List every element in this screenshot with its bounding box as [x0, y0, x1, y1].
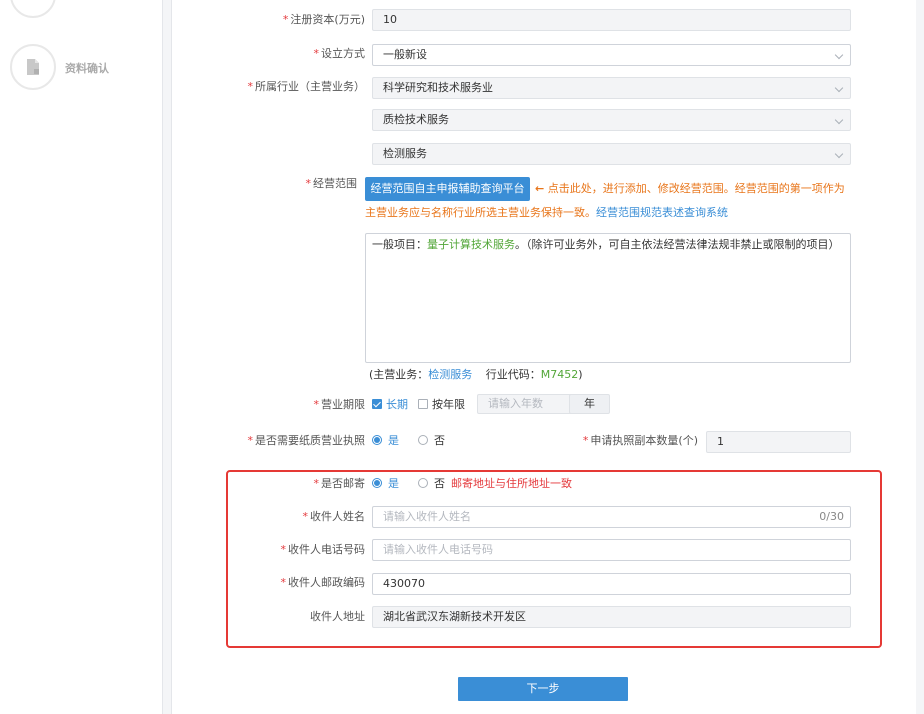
- industry-level1-select[interactable]: 科学研究和技术服务业: [372, 77, 851, 99]
- industry-level2-select[interactable]: 质检技术服务: [372, 109, 851, 131]
- form-panel: * 注册资本(万元) 10 * 设立方式 一般新设 * 所属行业（主营业务） 科学研究…: [171, 0, 916, 714]
- term-years-unit: 年: [569, 394, 610, 414]
- step-sidebar: 资料确认: [0, 0, 163, 714]
- license-copies-label: * 申请执照副本数量(个): [582, 434, 698, 447]
- upload-icon: [24, 0, 42, 4]
- recipient-name-input[interactable]: 请输入收件人姓名 0/30: [372, 506, 851, 528]
- term-years-option[interactable]: 按年限: [418, 398, 465, 412]
- radio-icon[interactable]: [418, 478, 428, 488]
- scope-standard-link[interactable]: 经营范围规范表述查询系统: [596, 206, 728, 219]
- checkbox-checked-icon[interactable]: [372, 399, 382, 409]
- mail-note: 邮寄地址与住所地址一致: [451, 477, 572, 490]
- industry-level3-select[interactable]: 检测服务: [372, 143, 851, 165]
- capital-input[interactable]: 10: [372, 9, 851, 31]
- checkbox-icon[interactable]: [418, 399, 428, 409]
- chevron-down-icon: [834, 115, 844, 125]
- recipient-address-label: 收件人地址: [310, 610, 365, 623]
- chevron-down-icon: [834, 50, 844, 60]
- paper-license-yes[interactable]: 是: [372, 434, 399, 448]
- term-long-option[interactable]: 长期: [372, 398, 408, 412]
- arrow-left-icon: ←: [535, 182, 545, 195]
- industry-label: * 所属行业（主营业务）: [247, 80, 366, 93]
- recipient-phone-label: * 收件人电话号码: [280, 543, 366, 556]
- radio-icon[interactable]: [418, 435, 428, 445]
- recipient-phone-input[interactable]: 请输入收件人电话号码: [372, 539, 851, 561]
- next-step-button[interactable]: 下一步: [458, 677, 628, 701]
- recipient-zip-label: * 收件人邮政编码: [280, 576, 366, 589]
- document-icon: [27, 59, 39, 75]
- main-business-info: (主营业务：检测服务 行业代码：M7452): [369, 368, 583, 381]
- chevron-down-icon: [834, 149, 844, 159]
- license-copies-input[interactable]: 1: [706, 431, 851, 453]
- scope-textarea[interactable]: 一般项目：量子计算技术服务。（除许可业务外，可自主依法经营法律法规非禁止或限制的…: [365, 233, 851, 363]
- term-years-input[interactable]: 请输入年数: [477, 394, 577, 414]
- recipient-zip-input[interactable]: 430070: [372, 573, 851, 595]
- scope-label: * 经营范围: [305, 177, 358, 190]
- step-confirm[interactable]: [10, 44, 56, 90]
- recipient-name-label: * 收件人姓名: [302, 510, 366, 523]
- scope-hint-line1: ← 点击此处，进行添加、修改经营范围。经营范围的第一项作为: [535, 182, 845, 195]
- setup-method-select[interactable]: 一般新设: [372, 44, 851, 66]
- paper-license-no[interactable]: 否: [418, 434, 445, 448]
- scope-query-platform-button[interactable]: 经营范围自主申报辅助查询平台: [365, 177, 530, 201]
- step-upload[interactable]: [10, 0, 56, 18]
- mail-label: * 是否邮寄: [313, 477, 366, 490]
- mail-no[interactable]: 否: [418, 477, 445, 491]
- capital-label: * 注册资本(万元): [282, 13, 365, 26]
- recipient-address-input[interactable]: 湖北省武汉东湖新技术开发区: [372, 606, 851, 628]
- char-counter: 0/30: [819, 510, 844, 523]
- radio-selected-icon[interactable]: [372, 435, 382, 445]
- step-confirm-label: 资料确认: [65, 62, 109, 75]
- scope-hint-line2: 主营业务应与名称行业所选主营业务保持一致。经营范围规范表述查询系统: [365, 206, 728, 219]
- term-label: * 营业期限: [313, 398, 366, 411]
- paper-license-label: * 是否需要纸质营业执照: [247, 434, 366, 447]
- chevron-down-icon: [834, 83, 844, 93]
- radio-selected-icon[interactable]: [372, 478, 382, 488]
- mail-yes[interactable]: 是: [372, 477, 399, 491]
- setup-method-label: * 设立方式: [313, 47, 366, 60]
